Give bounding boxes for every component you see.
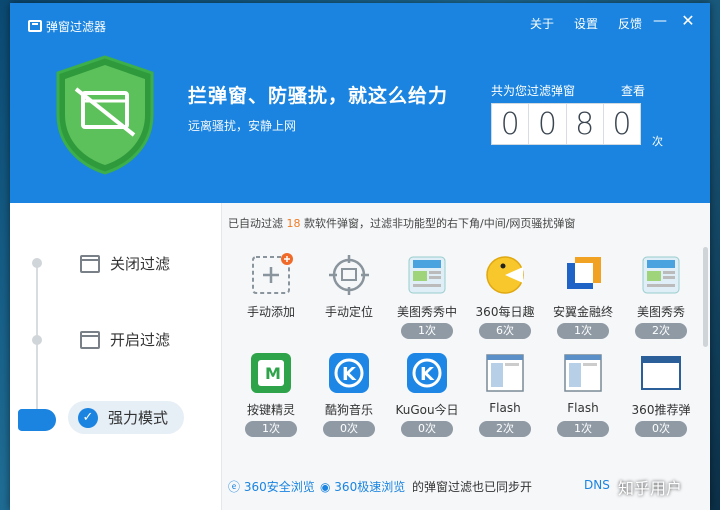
kugou-icon: K [329, 353, 369, 393]
title-bar: 弹窗过滤器 关于 设置 反馈 — ✕ [10, 3, 710, 43]
item-label: 手动添加 [246, 305, 295, 319]
title-links: 关于 设置 反馈 [530, 15, 642, 32]
app-window: 弹窗过滤器 关于 设置 反馈 — ✕ 拦弹窗、防骚扰，就这么给力 远离骚扰，安静… [10, 3, 710, 510]
browser2-label: 360极速浏览 [334, 480, 406, 494]
browser-360-speed[interactable]: ◉ 360极速浏览 [320, 478, 405, 495]
item-label: 美图秀秀 [636, 305, 685, 319]
about-link[interactable]: 关于 [530, 15, 554, 32]
info-suffix: 款软件弹窗，过滤非功能型的右下角/中间/网页骚扰弹窗 [300, 217, 576, 230]
filter-counter: 0 0 8 0 [491, 103, 641, 145]
count-badge: 1次 [401, 323, 453, 339]
counter-digit: 0 [612, 106, 632, 142]
counter-digit: 0 [492, 104, 530, 144]
minimize-button[interactable]: — [652, 13, 668, 29]
count-badge: 2次 [635, 323, 687, 339]
app-item[interactable]: 360每日趣 6次 [466, 253, 544, 345]
dns-link[interactable]: DNS [584, 478, 610, 492]
mode-open-filter[interactable]: 开启过滤 [80, 329, 170, 350]
browser-360-safe[interactable]: ⓔ 360安全浏览 [228, 478, 315, 495]
window-check-icon [80, 254, 100, 273]
svg-text:M: M [265, 364, 281, 383]
app-item[interactable]: Flash 2次 [466, 351, 544, 443]
item-label: 360推荐弹 [631, 403, 691, 417]
svg-text:K: K [420, 364, 435, 385]
item-label: 美图秀秀中 [396, 305, 457, 319]
meitu-news-icon [642, 256, 680, 294]
grid-scrollbar[interactable] [703, 247, 708, 347]
app-item[interactable]: 美图秀秀中 1次 [388, 253, 466, 345]
browser1-label: 360安全浏览 [243, 480, 315, 494]
item-label: 手动定位 [324, 305, 373, 319]
kugou-icon: K [407, 353, 447, 393]
app-item[interactable]: K 酷狗音乐 0次 [310, 351, 388, 443]
mode-power[interactable]: ✓ 强力模式 [68, 401, 185, 434]
count-badge: 0次 [635, 421, 687, 437]
count-badge: 0次 [323, 421, 375, 437]
filter-info: 已自动过滤 18 款软件弹窗，过滤非功能型的右下角/中间/网页骚扰弹窗 [228, 215, 575, 231]
app-item[interactable]: 360推荐弹 0次 [622, 351, 700, 443]
counter-digit: 0 [529, 104, 567, 144]
mode-label: 强力模式 [108, 409, 169, 427]
mode-label: 关闭过滤 [110, 255, 171, 273]
mode-label: 开启过滤 [110, 331, 171, 349]
flash-window-icon [486, 354, 524, 392]
app-item[interactable]: K KuGou今日 0次 [388, 351, 466, 443]
active-mode-marker [18, 409, 56, 431]
svg-text:K: K [342, 364, 357, 385]
item-label: 酷狗音乐 [324, 403, 373, 417]
counter-label: 共为您过滤弹窗 [491, 84, 576, 98]
app-item[interactable]: Flash 1次 [544, 351, 622, 443]
count-badge: 2次 [479, 421, 531, 437]
count-badge: 0次 [401, 421, 453, 437]
sync-text: 的弹窗过滤也已同步开 [412, 480, 533, 494]
footer-bar: ⓔ 360安全浏览 ◉ 360极速浏览 的弹窗过滤也已同步开 DNS 知乎用户 [222, 473, 710, 510]
add-manual-item[interactable]: 手动添加 [232, 253, 310, 345]
mode-sidebar: 关闭过滤 开启过滤 ✓ 强力模式 [10, 203, 222, 510]
header-panel: 弹窗过滤器 关于 设置 反馈 — ✕ 拦弹窗、防骚扰，就这么给力 远离骚扰，安静… [10, 3, 710, 203]
count-badge: 6次 [479, 323, 531, 339]
target-icon [329, 255, 369, 295]
item-label: 360每日趣 [475, 305, 535, 319]
info-count: 18 [286, 217, 301, 230]
feedback-link[interactable]: 反馈 [618, 15, 642, 32]
counter-unit: 次 [652, 135, 663, 148]
app-item[interactable]: M 按键精灵 1次 [232, 351, 310, 443]
rail-dot [32, 335, 42, 345]
app-item[interactable]: 美图秀秀 2次 [622, 253, 700, 345]
close-button[interactable]: ✕ [680, 13, 696, 29]
app-icon [28, 20, 42, 32]
item-label: KuGou今日 [395, 403, 459, 417]
plus-icon [252, 253, 293, 294]
shield-icon [56, 55, 154, 175]
browser-window-icon [641, 356, 681, 390]
window-icon [80, 330, 100, 349]
locate-manual-item[interactable]: 手动定位 [310, 253, 388, 345]
item-label: Flash [489, 401, 521, 415]
settings-link[interactable]: 设置 [574, 15, 598, 32]
item-label: 安翼金融终 [552, 305, 613, 319]
key-wizard-icon: M [251, 353, 291, 393]
counter-digit: 8 [567, 104, 604, 144]
slogan: 拦弹窗、防骚扰，就这么给力 [188, 85, 449, 107]
view-link[interactable]: 查看 [621, 82, 645, 99]
subslogan: 远离骚扰，安静上网 [188, 119, 297, 133]
watermark: 知乎用户 [618, 479, 683, 498]
finance-terminal-icon [567, 257, 601, 289]
item-label: Flash [567, 401, 599, 415]
count-badge: 1次 [245, 421, 297, 437]
check-icon: ✓ [78, 407, 98, 428]
rail-dot [32, 258, 42, 268]
pacman-icon [486, 256, 524, 294]
flash-window-icon [564, 354, 602, 392]
mode-close-filter[interactable]: 关闭过滤 [80, 253, 170, 274]
count-badge: 1次 [557, 421, 609, 437]
count-badge: 1次 [557, 323, 609, 339]
meitu-news-icon [408, 256, 446, 294]
item-label: 按键精灵 [246, 403, 295, 417]
info-prefix: 已自动过滤 [228, 217, 287, 230]
app-title: 弹窗过滤器 [46, 20, 107, 34]
app-item[interactable]: 安翼金融终 1次 [544, 253, 622, 345]
content-panel: 已自动过滤 18 款软件弹窗，过滤非功能型的右下角/中间/网页骚扰弹窗 手动添加 [222, 203, 710, 510]
